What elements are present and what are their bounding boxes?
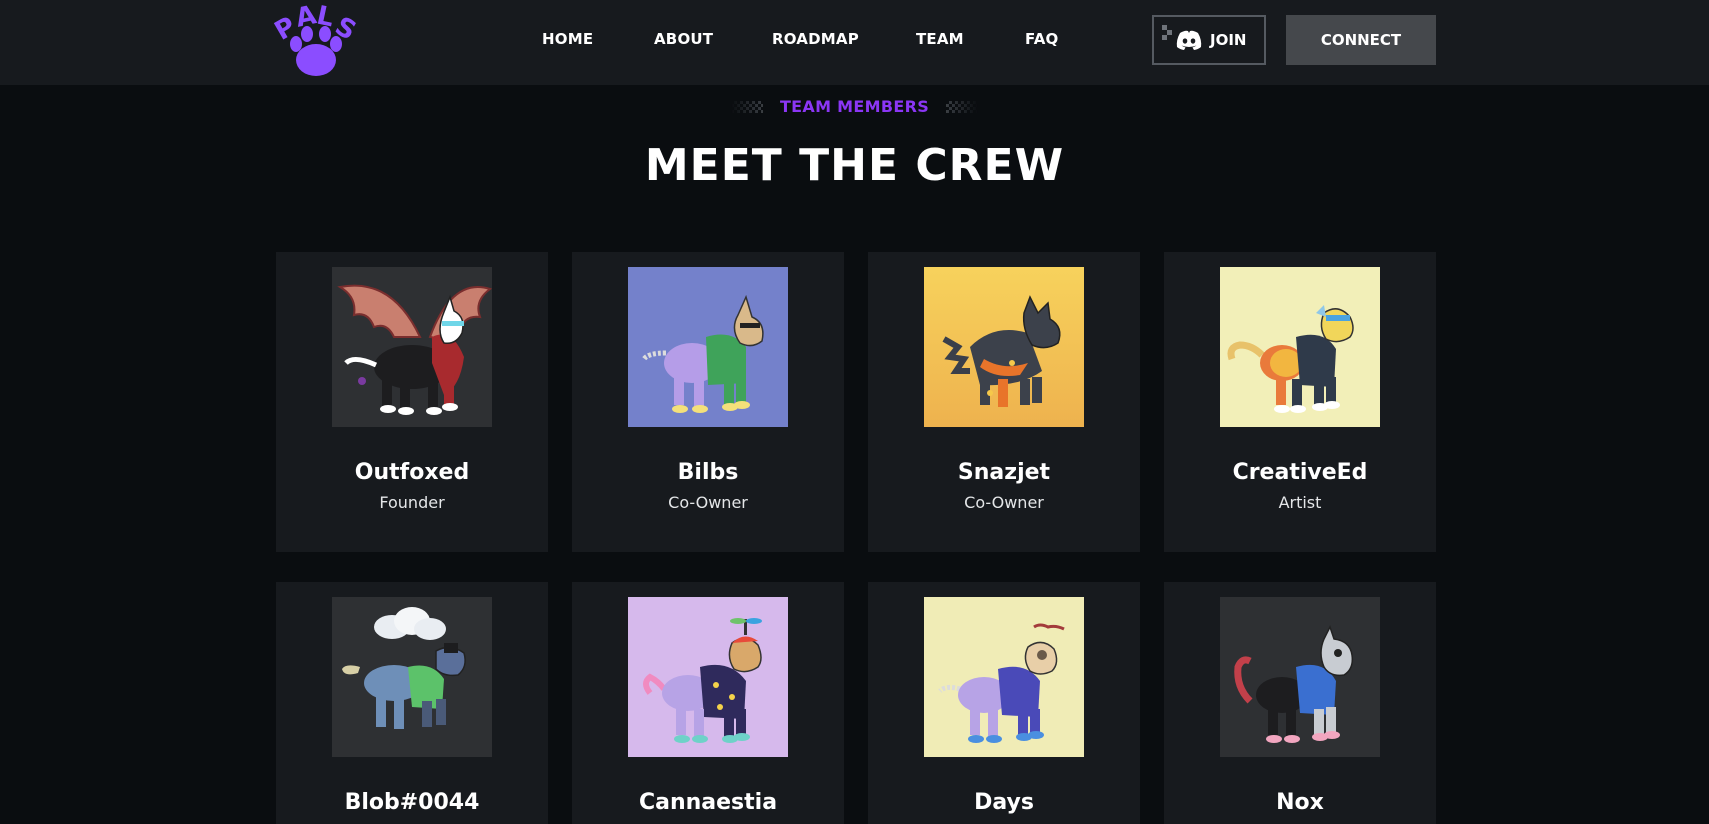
corner-decoration [1162,25,1176,40]
member-name: Cannaestia [638,790,778,815]
paw-icon [290,26,342,76]
rainbow-dino-illustration [1227,305,1354,413]
nav-team[interactable]: TEAM [916,30,964,48]
member-name: CreativeEd [1232,460,1368,485]
eyebrow-label: TEAM MEMBERS [779,97,930,116]
growling-dog-illustration [938,623,1065,743]
team-card: Nox [1164,582,1436,824]
spiky-creature-illustration [942,295,1061,407]
member-role: Co-Owner [964,493,1044,512]
member-avatar [628,267,788,427]
nav-about[interactable]: ABOUT [654,30,713,48]
skull-dog-illustration [1234,625,1354,743]
join-label: JOIN [1210,31,1247,49]
member-name: Days [974,790,1034,815]
member-avatar [1220,267,1380,427]
member-avatar [332,267,492,427]
member-role: Artist [1278,493,1322,512]
member-name: Blob#0044 [344,790,480,815]
member-role: Founder [379,493,445,512]
team-card: Outfoxed Founder [276,252,548,552]
member-name: Bilbs [677,460,739,485]
member-avatar [924,597,1084,757]
team-card: Snazjet Co-Owner [868,252,1140,552]
member-name: Outfoxed [354,460,470,485]
member-avatar [628,597,788,757]
member-avatar [1220,597,1380,757]
nav-faq[interactable]: FAQ [1025,30,1059,48]
section-eyebrow: TEAM MEMBERS [0,96,1709,116]
member-role: Co-Owner [668,493,748,512]
member-avatar [332,597,492,757]
checker-decoration [730,100,763,113]
propeller-hat-dog-illustration [643,618,762,743]
team-card: Bilbs Co-Owner [572,252,844,552]
page-title: MEET THE CREW [644,140,1065,191]
team-card: CreativeEd Artist [1164,252,1436,552]
dog-hoodie-illustration [641,294,764,413]
top-navbar: P A L S HOME ABOUT ROADMAP TEAM FAQ JOIN [0,0,1709,85]
checker-decoration [946,100,979,113]
member-name: Nox [1276,790,1324,815]
nav-home[interactable]: HOME [542,30,593,48]
cloud-creature-illustration [342,607,466,729]
join-discord-button[interactable]: JOIN [1152,15,1266,65]
dragon-fox-illustration [337,284,492,415]
pals-logo[interactable]: P A L S [270,0,361,78]
team-card: Days [868,582,1140,824]
team-card: Cannaestia [572,582,844,824]
discord-icon [1176,30,1202,50]
connect-label: CONNECT [1320,31,1402,49]
member-avatar [924,267,1084,427]
nav-roadmap[interactable]: ROADMAP [772,30,859,48]
team-card: Blob#0044 [276,582,548,824]
connect-wallet-button[interactable]: CONNECT [1286,15,1436,65]
member-name: Snazjet [957,460,1051,485]
